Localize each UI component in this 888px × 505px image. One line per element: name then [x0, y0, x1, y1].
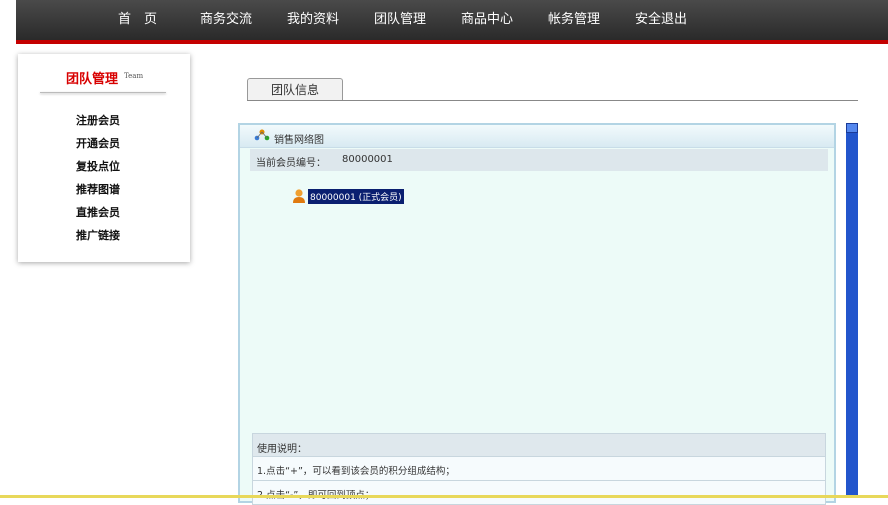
- nav-item-products[interactable]: 商品中心: [461, 0, 513, 40]
- sidebar: 团队管理 Team 注册会员 开通会员 复投点位 推荐图谱 直推会员 推广链接: [18, 54, 190, 262]
- usage-note-row: 2.点击“-”，即可回到顶点；: [252, 481, 826, 505]
- network-icon: [254, 129, 270, 141]
- sidebar-item-activate[interactable]: 开通会员: [76, 135, 120, 151]
- vertical-scrollbar[interactable]: [846, 123, 858, 498]
- panel-header: 销售网络图: [240, 125, 834, 148]
- sidebar-item-referral-tree[interactable]: 推荐图谱: [76, 181, 120, 197]
- current-member-label: 当前会员编号：: [256, 158, 326, 169]
- scroll-up-button[interactable]: [846, 123, 858, 133]
- nav-item-home[interactable]: 首 页: [118, 0, 157, 40]
- sidebar-item-reinvest[interactable]: 复投点位: [76, 158, 120, 174]
- tab-team-info[interactable]: 团队信息: [247, 78, 343, 101]
- sidebar-item-promo-link[interactable]: 推广链接: [76, 227, 120, 243]
- top-nav-accent-line: [16, 40, 888, 44]
- sidebar-divider: [40, 92, 166, 93]
- sidebar-item-register[interactable]: 注册会员: [76, 112, 120, 128]
- panel-title: 销售网络图: [274, 135, 324, 146]
- tree-node-root[interactable]: 80000001 (正式会员): [292, 187, 404, 205]
- current-member-value: 80000001: [342, 154, 393, 165]
- usage-notes-header: 使用说明：: [252, 433, 826, 457]
- tree-node-label[interactable]: 80000001 (正式会员): [308, 188, 404, 204]
- current-member-row: 当前会员编号： 80000001: [250, 149, 828, 171]
- sales-network-panel: 销售网络图 当前会员编号： 80000001 80000001 (正式会员) 使…: [238, 123, 836, 505]
- usage-note-row: 1.点击“+”，可以看到该会员的积分组成结构；: [252, 457, 826, 481]
- nav-item-business[interactable]: 商务交流: [200, 0, 252, 40]
- user-icon: [293, 189, 305, 203]
- nav-item-profile[interactable]: 我的资料: [287, 0, 339, 40]
- sidebar-title: 团队管理: [66, 72, 119, 87]
- nav-item-logout[interactable]: 安全退出: [635, 0, 687, 40]
- tab-underline: [247, 100, 858, 101]
- usage-note-text: 2.点击“-”，即可回到顶点；: [257, 487, 374, 501]
- sidebar-item-direct-members[interactable]: 直推会员: [76, 204, 120, 220]
- nav-item-team[interactable]: 团队管理: [374, 0, 426, 40]
- sidebar-title-en: Team: [124, 72, 144, 80]
- usage-notes-title: 使用说明：: [257, 444, 307, 455]
- nav-item-accounts[interactable]: 帐务管理: [548, 0, 600, 40]
- usage-note-text: 1.点击“+”，可以看到该会员的积分组成结构；: [257, 466, 455, 477]
